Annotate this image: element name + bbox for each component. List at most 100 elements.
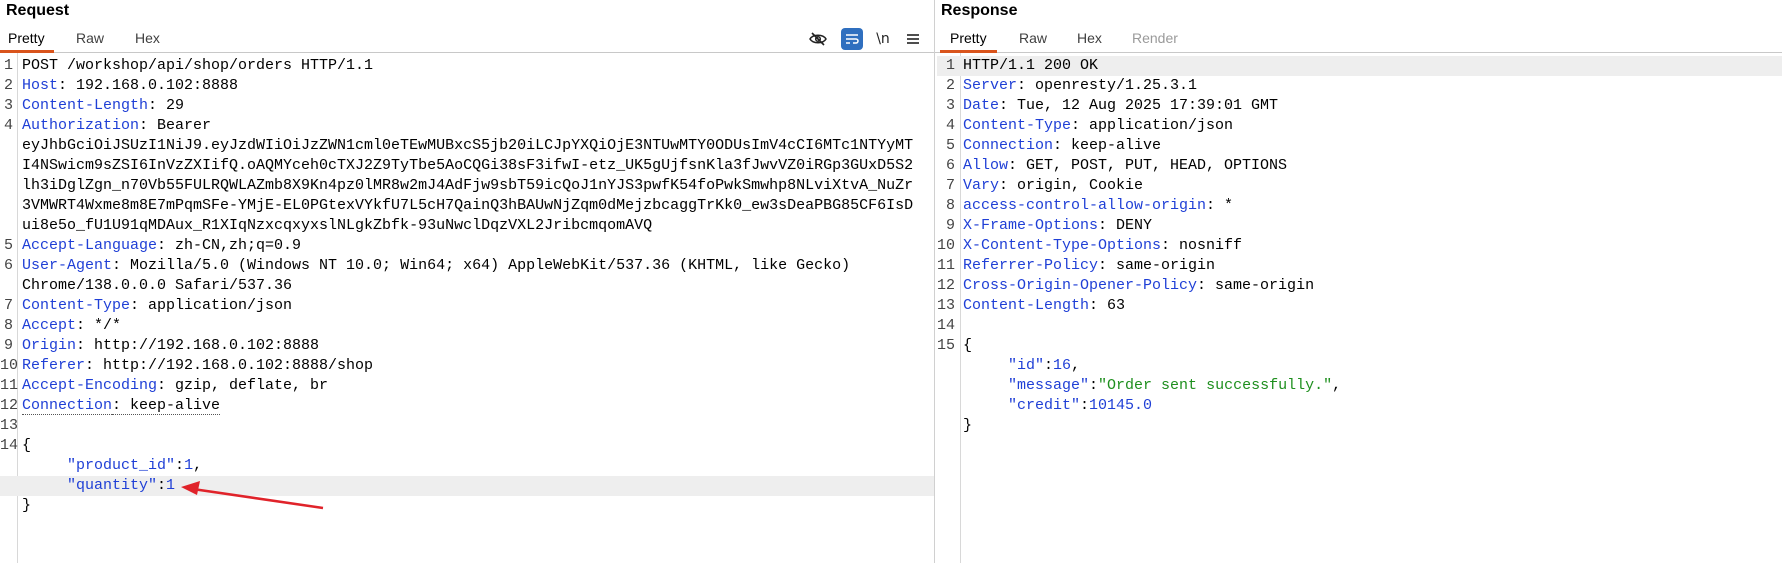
line-text: 3VMWRT4Wxme8m8E7mPqmSFe-YMjE-EL0PGtexVYk… [22, 196, 913, 216]
code-token: : [157, 477, 167, 494]
code-line: 10 Referer: http://192.168.0.102:8888/sho… [0, 356, 934, 376]
code-token: : [1089, 377, 1099, 394]
code-line: "message":"Order sent successfully.", [937, 376, 1782, 396]
eye-slash-icon[interactable] [807, 28, 829, 50]
code-token: Connection [22, 397, 113, 415]
line-number: 9 [945, 217, 955, 234]
response-tab-render: Render [1132, 30, 1178, 46]
code-token: "Order sent successfully." [1098, 377, 1333, 394]
line-number: 6 [945, 157, 955, 174]
code-token: { [963, 337, 973, 354]
code-line: 4 Content-Type: application/json [937, 116, 1782, 136]
line-number: 15 [937, 337, 956, 354]
code-token: : */* [76, 317, 122, 334]
code-token: : Bearer [139, 117, 212, 134]
code-token: , [1071, 357, 1081, 374]
line-text: Allow: GET, POST, PUT, HEAD, OPTIONS [963, 156, 1287, 176]
line-text: Content-Type: application/json [963, 116, 1233, 136]
line-number: 10 [937, 237, 956, 254]
code-token: Connection [963, 137, 1054, 154]
line-number: 4 [3, 117, 13, 134]
response-tab-raw[interactable]: Raw [1019, 30, 1047, 46]
line-text: Connection: keep-alive [963, 136, 1161, 156]
code-line: 6 User-Agent: Mozilla/5.0 (Windows NT 10.… [0, 256, 934, 276]
code-token: "message" [1008, 377, 1090, 394]
code-line: "product_id":1, [0, 456, 934, 476]
code-token: : http://192.168.0.102:8888 [76, 337, 320, 354]
code-token: } [22, 497, 32, 514]
line-text: I4NSwicm9sZSI6InVzZXIifQ.oAQMYceh0cTXJ2Z… [22, 156, 913, 176]
code-token: : origin, Cookie [999, 177, 1144, 194]
line-number: 13 [0, 417, 19, 434]
line-text: HTTP/1.1 200 OK [963, 56, 1098, 76]
code-line: 9 Origin: http://192.168.0.102:8888 [0, 336, 934, 356]
code-token: HTTP/1.1 200 OK [963, 57, 1099, 74]
code-line: 2 Host: 192.168.0.102:8888 [0, 76, 934, 96]
code-token: Content-Length [963, 297, 1090, 314]
line-number: 5 [945, 137, 955, 154]
response-editor[interactable]: 1 HTTP/1.1 200 OK 2 Server: openresty/1.25.… [937, 53, 1782, 563]
code-line: 14{ [0, 436, 934, 456]
line-number: 1 [945, 57, 955, 74]
code-token: Authorization [22, 117, 140, 134]
line-number: 8 [3, 317, 13, 334]
code-token: Content-Type [22, 297, 131, 314]
code-line: } [937, 416, 1782, 436]
code-line: I4NSwicm9sZSI6InVzZXIifQ.oAQMYceh0cTXJ2Z… [0, 156, 934, 176]
code-token: Referrer-Policy [963, 257, 1099, 274]
hamburger-menu-icon[interactable] [902, 28, 924, 50]
line-number: 11 [0, 377, 19, 394]
request-tab-hex[interactable]: Hex [135, 30, 160, 46]
code-token: 1 [166, 477, 176, 494]
response-tabbar: Pretty Raw Hex Render [935, 28, 1782, 53]
code-line: 8 access-control-allow-origin: * [937, 196, 1782, 216]
code-token: User-Agent [22, 257, 113, 274]
code-token: Server [963, 77, 1018, 94]
word-wrap-icon[interactable] [841, 28, 863, 50]
code-token: Host [22, 77, 59, 94]
code-token: : http://192.168.0.102:8888/shop [85, 357, 374, 374]
code-token: : 63 [1089, 297, 1126, 314]
code-token: : same-origin [1197, 277, 1315, 294]
code-token: : [175, 457, 185, 474]
code-token: "quantity" [67, 477, 158, 494]
line-text: ui8e5o_fU1U91qMDAux_R1XIqNzxcqxyxslNLgkZ… [22, 216, 652, 236]
code-token: : DENY [1098, 217, 1153, 234]
line-text: POST /workshop/api/shop/orders HTTP/1.1 [22, 56, 373, 76]
line-text: Accept-Language: zh-CN,zh;q=0.9 [22, 236, 301, 256]
request-tab-pretty[interactable]: Pretty [8, 30, 45, 46]
code-token: I4NSwicm9sZSI6InVzZXIifQ.oAQMYceh0cTXJ2Z… [22, 157, 914, 174]
code-token: "credit" [1008, 397, 1081, 414]
code-token: Accept-Encoding [22, 377, 158, 394]
newline-toggle-button[interactable]: \n [872, 28, 894, 50]
line-number: 14 [937, 317, 956, 334]
response-tab-hex[interactable]: Hex [1077, 30, 1102, 46]
line-text: Referrer-Policy: same-origin [963, 256, 1215, 276]
line-text: Accept-Encoding: gzip, deflate, br [22, 376, 328, 396]
line-text: Host: 192.168.0.102:8888 [22, 76, 238, 96]
line-number: 4 [945, 117, 955, 134]
code-token: : application/json [1071, 117, 1234, 134]
request-editor[interactable]: 1 POST /workshop/api/shop/orders HTTP/1.1… [0, 53, 934, 563]
line-number: 12 [0, 397, 19, 414]
code-line: eyJhbGciOiJSUzI1NiJ9.eyJzdWIiOiJzZWN1cml… [0, 136, 934, 156]
line-text: "message":"Order sent successfully.", [963, 376, 1341, 396]
code-line: 5 Accept-Language: zh-CN,zh;q=0.9 [0, 236, 934, 256]
line-number: 6 [3, 257, 13, 274]
code-token: : nosniff [1161, 237, 1243, 254]
line-number: 3 [3, 97, 13, 114]
line-number: 11 [937, 257, 956, 274]
line-text: { [963, 336, 972, 356]
code-line: ui8e5o_fU1U91qMDAux_R1XIqNzxcqxyxslNLgkZ… [0, 216, 934, 236]
code-line: 14 [937, 316, 1782, 336]
code-line: 12 Connection: keep-alive [0, 396, 934, 416]
line-number: 7 [945, 177, 955, 194]
line-number: 5 [3, 237, 13, 254]
code-line: 13 [0, 416, 934, 436]
request-tab-raw[interactable]: Raw [76, 30, 104, 46]
line-text: "product_id":1, [22, 456, 202, 476]
code-token: : GET, POST, PUT, HEAD, OPTIONS [1008, 157, 1288, 174]
response-tab-pretty[interactable]: Pretty [950, 30, 987, 46]
